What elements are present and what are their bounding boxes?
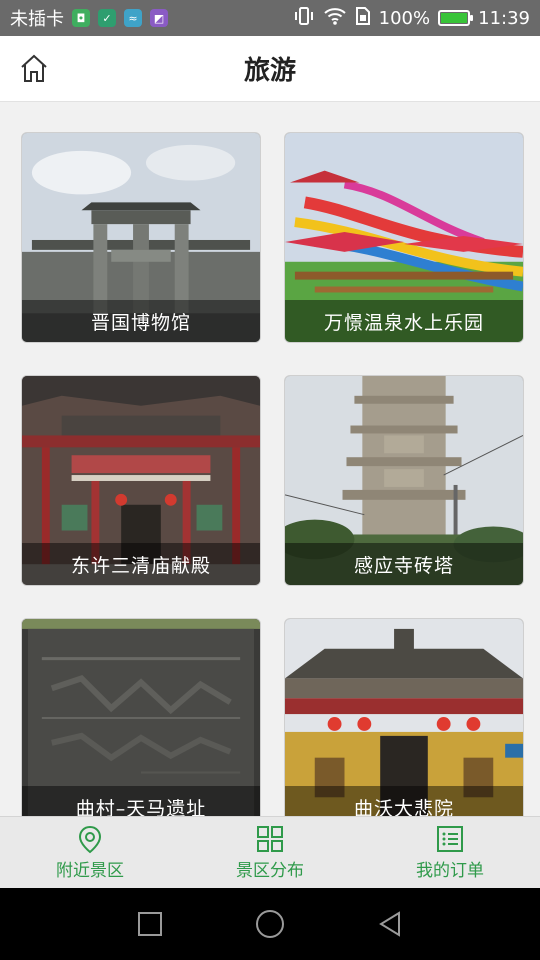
tab-nearby[interactable]: 附近景区 <box>0 817 180 888</box>
attraction-card[interactable]: 曲沃大悲院 <box>284 618 524 816</box>
grid-icon <box>257 826 283 852</box>
app-notification-icon: ◘ <box>72 9 90 27</box>
attraction-card[interactable]: 晋国博物馆 <box>21 132 261 343</box>
battery-icon <box>438 10 474 26</box>
attraction-list[interactable]: 晋国博物馆 万憬温泉水上乐园 东许三清庙献殿 感应寺砖塔 曲村–天马遗址 曲沃大… <box>0 102 540 816</box>
location-pin-icon <box>78 825 102 854</box>
battery-percent: 100% <box>378 7 431 29</box>
attraction-name: 曲沃大悲院 <box>285 786 523 816</box>
wifi-icon <box>323 6 347 31</box>
vibrate-icon <box>293 6 315 31</box>
square-icon <box>138 912 162 936</box>
back-button[interactable] <box>370 904 410 944</box>
list-icon <box>437 826 463 852</box>
home-nav-button[interactable] <box>250 904 290 944</box>
triangle-back-icon <box>379 911 400 937</box>
attraction-name: 曲村–天马遗址 <box>22 786 260 816</box>
sim-icon <box>355 6 371 31</box>
home-icon <box>21 54 47 82</box>
attraction-card[interactable]: 万憬温泉水上乐园 <box>284 132 524 343</box>
tab-label: 景区分布 <box>236 861 304 881</box>
status-bar: 未插卡 ◘ ✓ ≈ ◩ 100% 11:39 <box>0 0 540 36</box>
tab-distribution[interactable]: 景区分布 <box>180 817 360 888</box>
app-notification-icon: ◩ <box>150 9 168 27</box>
attraction-name: 感应寺砖塔 <box>285 543 523 585</box>
attraction-card[interactable]: 感应寺砖塔 <box>284 375 524 586</box>
tab-label: 我的订单 <box>416 861 484 881</box>
attraction-name: 东许三清庙献殿 <box>22 543 260 585</box>
system-nav-bar <box>0 888 540 960</box>
carrier-text: 未插卡 <box>10 9 64 30</box>
clock-time: 11:39 <box>478 7 530 29</box>
tab-label: 附近景区 <box>56 861 124 881</box>
attraction-name: 晋国博物馆 <box>22 300 260 342</box>
page-title: 旅游 <box>243 56 296 86</box>
attraction-name: 万憬温泉水上乐园 <box>285 300 523 342</box>
tab-my-orders[interactable]: 我的订单 <box>360 817 540 888</box>
attraction-card[interactable]: 曲村–天马遗址 <box>21 618 261 816</box>
app-notification-icon: ≈ <box>124 9 142 27</box>
attraction-card[interactable]: 东许三清庙献殿 <box>21 375 261 586</box>
app-header: 旅游 <box>0 36 540 102</box>
recent-apps-button[interactable] <box>130 904 170 944</box>
bottom-tab-bar: 附近景区 景区分布 我的订单 <box>0 816 540 888</box>
home-button[interactable] <box>16 50 52 86</box>
app-notification-icon: ✓ <box>98 9 116 27</box>
circle-icon <box>256 910 284 938</box>
